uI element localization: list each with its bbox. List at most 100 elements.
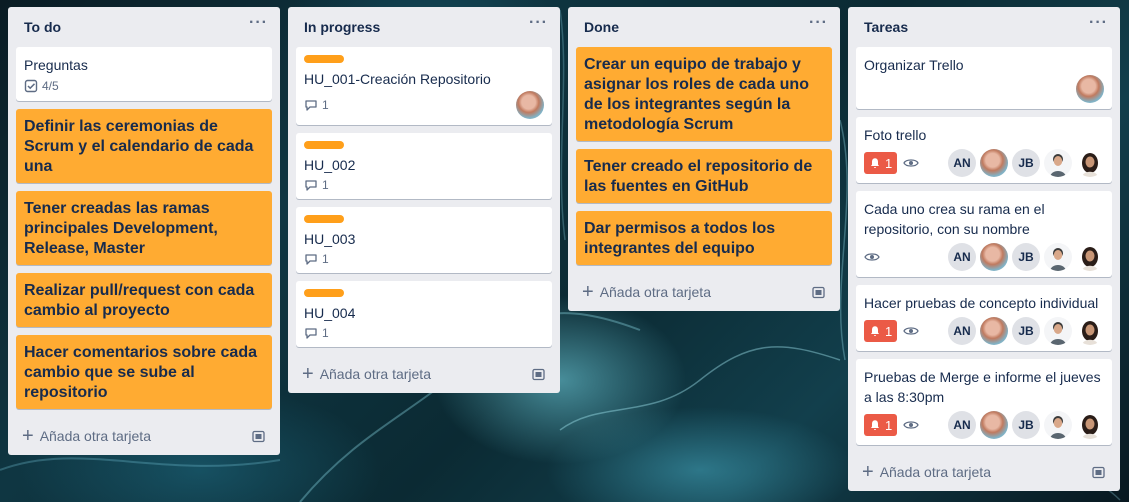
- member-avatar[interactable]: [1044, 243, 1072, 271]
- card-label[interactable]: [304, 141, 344, 149]
- list-menu-button[interactable]: ···: [529, 15, 548, 36]
- template-icon[interactable]: [252, 429, 266, 443]
- card-title: Crear un equipo de trabajo y asignar los…: [584, 56, 809, 133]
- member-avatar[interactable]: [1076, 411, 1104, 439]
- notification-badge: 1: [864, 320, 898, 342]
- add-card-button[interactable]: + Añada otra tarjeta: [856, 453, 1112, 491]
- comment-icon: [305, 254, 317, 265]
- list-menu-button[interactable]: ···: [249, 15, 268, 36]
- comment-count: 1: [322, 98, 329, 112]
- template-icon[interactable]: [1092, 465, 1106, 479]
- card[interactable]: Foto trello 1 AN JB: [856, 117, 1112, 183]
- add-card-button[interactable]: + Añada otra tarjeta: [296, 355, 552, 393]
- card-label[interactable]: [304, 55, 344, 63]
- template-icon[interactable]: [812, 285, 826, 299]
- member-avatar[interactable]: [980, 149, 1008, 177]
- notification-count: 1: [885, 155, 893, 171]
- add-card-button[interactable]: + Añada otra tarjeta: [16, 417, 272, 455]
- comment-badge: 1: [304, 326, 329, 340]
- add-card-label: Añada otra tarjeta: [599, 284, 711, 300]
- comment-badge: 1: [304, 98, 329, 112]
- card[interactable]: Tener creado el repositorio de las fuent…: [576, 149, 832, 203]
- list-menu-button[interactable]: ···: [1089, 15, 1108, 36]
- card[interactable]: Hacer comentarios sobre cada cambio que …: [16, 335, 272, 409]
- card[interactable]: Pruebas de Merge e informe el jueves a l…: [856, 359, 1112, 445]
- bell-icon: [871, 158, 879, 168]
- card-label[interactable]: [304, 215, 344, 223]
- list-menu-button[interactable]: ···: [809, 15, 828, 36]
- member-avatar-jb[interactable]: JB: [1012, 411, 1040, 439]
- card-title: Hacer pruebas de concepto individual: [864, 295, 1099, 311]
- member-avatar[interactable]: [516, 91, 544, 119]
- list-title[interactable]: Tareas: [864, 19, 908, 35]
- checklist-count: 4/5: [42, 79, 59, 93]
- list-to-do: To do ··· Preguntas 4/5 Definir las cere…: [8, 7, 280, 455]
- list-done: Done ··· Crear un equipo de trabajo y as…: [568, 7, 840, 311]
- card-title: HU_004: [304, 305, 356, 321]
- member-avatar[interactable]: [1044, 149, 1072, 177]
- card[interactable]: Dar permisos a todos los integrantes del…: [576, 211, 832, 265]
- template-icon[interactable]: [532, 367, 546, 381]
- bell-icon: [871, 326, 879, 336]
- member-avatar-an[interactable]: AN: [948, 243, 976, 271]
- card[interactable]: Realizar pull/request con cada cambio al…: [16, 273, 272, 327]
- member-avatar[interactable]: [1044, 317, 1072, 345]
- member-avatar-an[interactable]: AN: [948, 149, 976, 177]
- member-avatar[interactable]: [1044, 411, 1072, 439]
- card-title: HU_002: [304, 157, 356, 173]
- eye-icon: [903, 159, 919, 167]
- member-avatar-jb[interactable]: JB: [1012, 243, 1040, 271]
- comment-icon: [305, 100, 317, 111]
- card[interactable]: Cada uno crea su rama en el repositorio,…: [856, 191, 1112, 277]
- member-avatar[interactable]: [980, 243, 1008, 271]
- list-header[interactable]: To do ···: [16, 7, 272, 47]
- card[interactable]: HU_004 1: [296, 281, 552, 347]
- comment-icon: [305, 328, 317, 339]
- card-title: Cada uno crea su rama en el repositorio,…: [864, 201, 1045, 237]
- comment-count: 1: [322, 178, 329, 192]
- checklist-icon: [24, 79, 38, 93]
- list-header[interactable]: In progress ···: [296, 7, 552, 47]
- card[interactable]: Hacer pruebas de concepto individual 1 A…: [856, 285, 1112, 351]
- card-title: Preguntas: [24, 57, 88, 73]
- card[interactable]: HU_001-Creación Repositorio 1: [296, 47, 552, 125]
- member-avatar[interactable]: [1076, 317, 1104, 345]
- card-title: Realizar pull/request con cada cambio al…: [24, 282, 255, 319]
- card-title: Tener creado el repositorio de las fuent…: [584, 158, 813, 195]
- add-card-button[interactable]: + Añada otra tarjeta: [576, 273, 832, 311]
- card[interactable]: Preguntas 4/5: [16, 47, 272, 101]
- member-avatar-jb[interactable]: JB: [1012, 149, 1040, 177]
- card-title: Tener creadas las ramas principales Deve…: [24, 200, 218, 257]
- list-title[interactable]: In progress: [304, 19, 380, 35]
- card[interactable]: Tener creadas las ramas principales Deve…: [16, 191, 272, 265]
- member-avatar[interactable]: [1076, 243, 1104, 271]
- card-label[interactable]: [304, 289, 344, 297]
- member-avatar-an[interactable]: AN: [948, 317, 976, 345]
- list-title[interactable]: To do: [24, 19, 61, 35]
- card[interactable]: HU_002 1: [296, 133, 552, 199]
- card-title: Definir las ceremonias de Scrum y el cal…: [24, 118, 254, 175]
- card[interactable]: HU_003 1: [296, 207, 552, 273]
- list-header[interactable]: Done ···: [576, 7, 832, 47]
- card[interactable]: Definir las ceremonias de Scrum y el cal…: [16, 109, 272, 183]
- member-avatar[interactable]: [980, 317, 1008, 345]
- card[interactable]: Organizar Trello: [856, 47, 1112, 109]
- member-avatar[interactable]: [1076, 75, 1104, 103]
- notification-badge: 1: [864, 152, 898, 174]
- card-title: HU_003: [304, 231, 356, 247]
- member-avatar-an[interactable]: AN: [948, 411, 976, 439]
- card-title: Pruebas de Merge e informe el jueves a l…: [864, 369, 1101, 405]
- add-card-label: Añada otra tarjeta: [319, 366, 431, 382]
- list-header[interactable]: Tareas ···: [856, 7, 1112, 47]
- list-title[interactable]: Done: [584, 19, 619, 35]
- member-avatar[interactable]: [980, 411, 1008, 439]
- member-avatar[interactable]: [1076, 149, 1104, 177]
- list-in-progress: In progress ··· HU_001-Creación Reposito…: [288, 7, 560, 393]
- comment-icon: [305, 180, 317, 191]
- notification-count: 1: [885, 417, 893, 433]
- comment-count: 1: [322, 252, 329, 266]
- plus-icon: +: [862, 461, 874, 483]
- card-title: Organizar Trello: [864, 57, 964, 73]
- card[interactable]: Crear un equipo de trabajo y asignar los…: [576, 47, 832, 141]
- member-avatar-jb[interactable]: JB: [1012, 317, 1040, 345]
